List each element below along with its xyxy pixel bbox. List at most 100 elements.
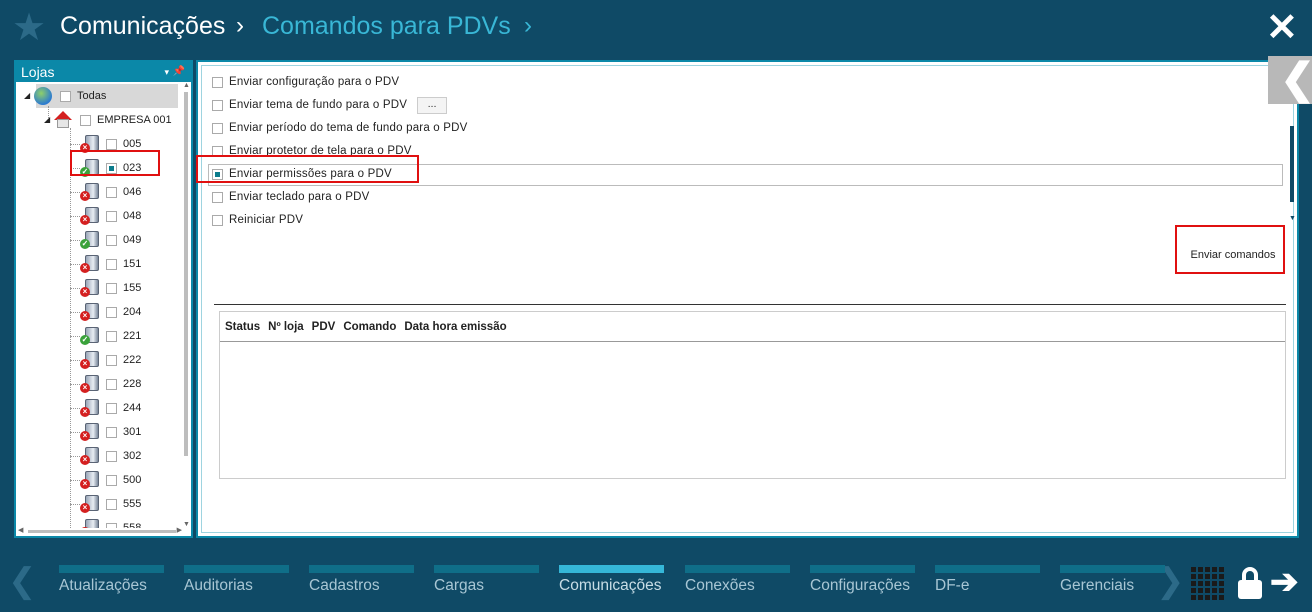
exit-arrow-icon[interactable]: ➔	[1270, 565, 1299, 599]
checkbox-store[interactable]	[106, 234, 117, 246]
tree-node-label: 046	[123, 186, 142, 198]
tree-node-store[interactable]: × 301	[80, 422, 141, 442]
command-checkbox[interactable]	[212, 191, 223, 203]
tree-node-store[interactable]: × 048	[80, 206, 141, 226]
column-data-hora[interactable]: Data hora emissão	[404, 321, 506, 333]
tree-node-todas[interactable]: ◢ Todas	[24, 86, 106, 106]
close-icon[interactable]: ✕	[1266, 6, 1298, 50]
pdv-icon: ×	[80, 302, 100, 322]
column-status[interactable]: Status	[225, 321, 260, 333]
status-error-icon: ×	[80, 407, 90, 417]
status-error-icon: ×	[80, 503, 90, 513]
checkbox-store[interactable]	[106, 186, 117, 198]
grid-dot	[1198, 574, 1203, 579]
tree-node-store[interactable]: × 228	[80, 374, 141, 394]
column-loja[interactable]: Nº loja	[268, 321, 304, 333]
scroll-down-icon[interactable]: ▼	[1289, 215, 1296, 222]
tree-node-store[interactable]: × 555	[80, 494, 141, 514]
command-checkbox[interactable]	[212, 76, 223, 88]
column-pdv[interactable]: PDV	[312, 321, 336, 333]
collapse-panel-tab[interactable]: ❮	[1268, 56, 1312, 104]
checkbox-store[interactable]	[106, 282, 117, 294]
command-checkbox[interactable]	[212, 122, 223, 134]
command-item[interactable]: Enviar configuração para o PDV	[212, 72, 399, 92]
commands-area: ▼ Enviar comandos Status Nº loja PDV Com…	[201, 65, 1296, 533]
tree-node-store[interactable]: × 302	[80, 446, 141, 466]
star-icon[interactable]: ★	[12, 8, 46, 48]
nav-bar	[810, 565, 915, 573]
chevron-down-icon[interactable]: ▾	[164, 62, 169, 82]
commands-scrollbar[interactable]: ▼	[1289, 126, 1296, 222]
breadcrumb-separator-icon: ›	[236, 12, 244, 39]
expander-icon[interactable]: ◢	[44, 110, 54, 130]
checkbox-store[interactable]	[106, 474, 117, 486]
tree-node-label: 228	[123, 378, 142, 390]
breadcrumb-comunicacoes[interactable]: Comunicações	[60, 10, 225, 42]
scroll-thumb[interactable]	[1290, 126, 1294, 202]
checkbox-store[interactable]	[106, 138, 117, 150]
grid-dot	[1198, 588, 1203, 593]
sidebar-hscrollbar[interactable]: ◀ ▶	[18, 526, 182, 536]
grid-dot	[1219, 574, 1224, 579]
command-item[interactable]: Enviar teclado para o PDV	[212, 187, 370, 207]
nav-bar	[434, 565, 539, 573]
command-checkbox[interactable]	[212, 99, 223, 111]
tree-node-store[interactable]: × 244	[80, 398, 141, 418]
column-comando[interactable]: Comando	[343, 321, 396, 333]
tree-node-store[interactable]: ✓ 221	[80, 326, 141, 346]
grid-dot	[1198, 567, 1203, 572]
tree-node-store[interactable]: × 151	[80, 254, 141, 274]
grid-menu-icon[interactable]	[1191, 567, 1224, 600]
globe-icon	[34, 87, 52, 105]
nav-label: Conexões	[685, 577, 755, 594]
tree-node-store[interactable]: ✓ 049	[80, 230, 141, 250]
command-label: Reiniciar PDV	[229, 214, 304, 226]
tree-node-store[interactable]: × 046	[80, 182, 141, 202]
scroll-thumb[interactable]	[28, 530, 176, 533]
browse-button[interactable]: ...	[417, 96, 448, 114]
sidebar-scrollbar[interactable]: ▲ ▼	[183, 82, 191, 528]
checkbox-store[interactable]	[106, 330, 117, 342]
checkbox-store[interactable]	[106, 306, 117, 318]
tree-node-store[interactable]: × 222	[80, 350, 141, 370]
scroll-right-icon[interactable]: ▶	[177, 526, 182, 534]
command-item[interactable]: Enviar tema de fundo para o PDV...	[212, 95, 448, 115]
pdv-icon: ×	[80, 182, 100, 202]
scroll-thumb[interactable]	[184, 92, 188, 456]
command-checkbox[interactable]	[212, 214, 223, 226]
checkbox-store[interactable]	[106, 426, 117, 438]
chevron-left-icon[interactable]: ❮	[8, 561, 37, 601]
scroll-left-icon[interactable]: ◀	[18, 526, 23, 534]
tree-line	[70, 408, 80, 409]
grid-dot	[1219, 588, 1224, 593]
chevron-left-icon[interactable]: ❮	[1280, 56, 1312, 102]
checkbox-todas[interactable]	[60, 90, 71, 102]
scroll-up-icon[interactable]: ▲	[183, 82, 190, 89]
tree-node-store[interactable]: × 155	[80, 278, 141, 298]
status-error-icon: ×	[80, 311, 90, 321]
checkbox-store[interactable]	[106, 354, 117, 366]
checkbox-store[interactable]	[106, 378, 117, 390]
nav-label: Configurações	[810, 577, 910, 594]
grid-dot	[1191, 567, 1196, 572]
checkbox-store[interactable]	[106, 498, 117, 510]
checkbox-empresa[interactable]	[80, 114, 91, 126]
pin-icon[interactable]: 📌	[173, 62, 185, 82]
expander-icon[interactable]: ◢	[24, 86, 34, 106]
tree-node-store[interactable]: × 204	[80, 302, 141, 322]
checkbox-store[interactable]	[106, 402, 117, 414]
checkbox-store[interactable]	[106, 258, 117, 270]
checkbox-store[interactable]	[106, 450, 117, 462]
tree-line	[70, 360, 80, 361]
checkbox-store[interactable]	[106, 210, 117, 222]
lock-icon[interactable]	[1236, 567, 1264, 599]
pdv-icon: ×	[80, 470, 100, 490]
command-item[interactable]: Enviar período do tema de fundo para o P…	[212, 118, 468, 138]
tree-node-store[interactable]: × 500	[80, 470, 141, 490]
scroll-down-icon[interactable]: ▼	[183, 521, 190, 528]
command-label: Enviar tema de fundo para o PDV	[229, 99, 408, 111]
tree-node-empresa[interactable]: ◢ EMPRESA 001	[44, 110, 172, 130]
status-error-icon: ×	[80, 359, 90, 369]
status-error-icon: ×	[80, 287, 90, 297]
command-item[interactable]: Reiniciar PDV	[212, 210, 303, 230]
